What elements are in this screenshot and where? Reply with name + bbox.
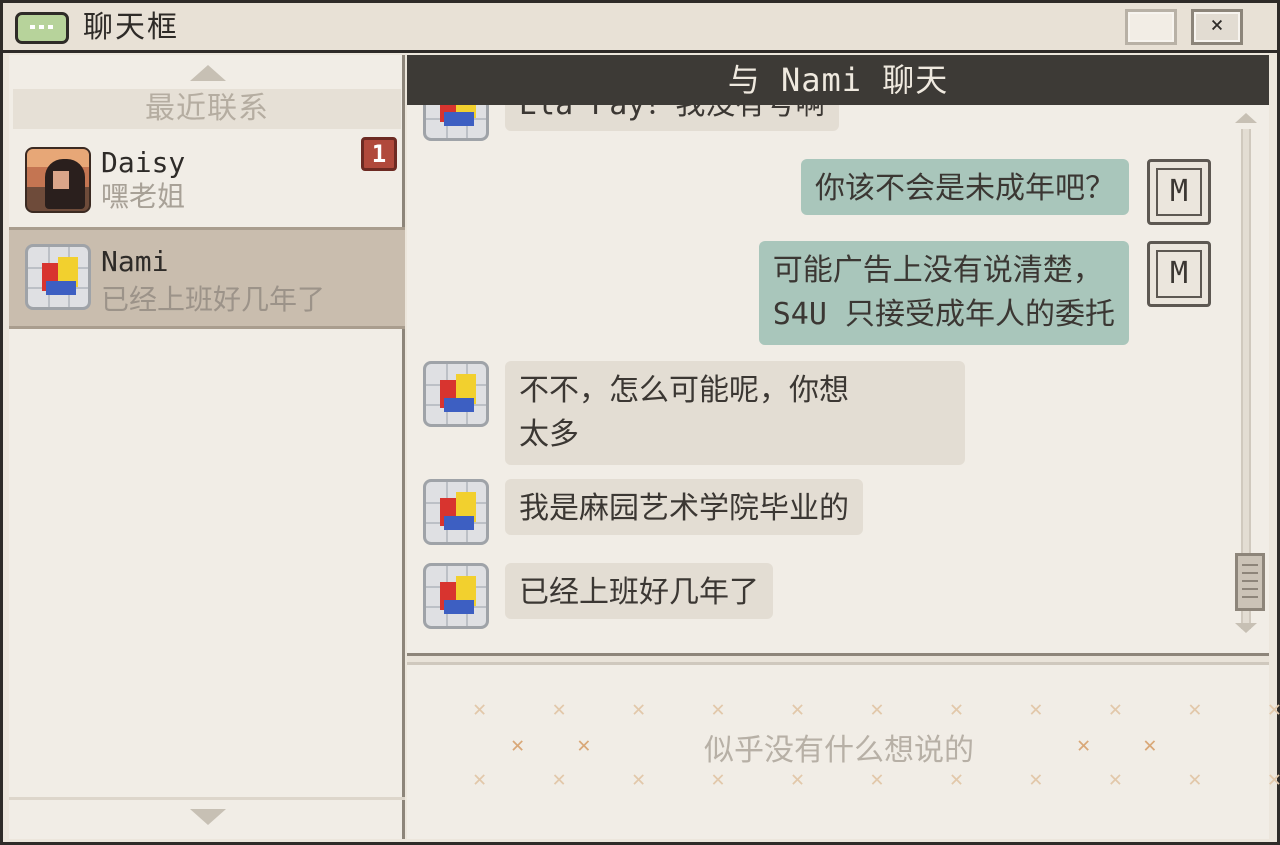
recent-contacts-header: 最近联系 — [13, 89, 401, 129]
chat-bubble-icon — [15, 12, 69, 44]
contact-name: Daisy — [101, 146, 186, 179]
window-title: 聊天框 — [83, 10, 179, 45]
scroll-down-icon[interactable] — [1235, 623, 1257, 633]
decorative-pattern: ✕ ✕ ✕ ✕ ✕ ✕ ✕ ✕ ✕ ✕ ✕ — [473, 697, 1280, 722]
scroll-thumb[interactable] — [1235, 553, 1265, 611]
avatar — [423, 361, 489, 427]
avatar — [25, 147, 91, 213]
contact-item-daisy[interactable]: Daisy 嘿老姐 1 — [9, 137, 405, 235]
avatar — [25, 244, 91, 310]
avatar — [423, 479, 489, 545]
message-bubble-incoming: 我是麻园艺术学院毕业的 — [505, 479, 863, 535]
my-avatar: M — [1147, 241, 1211, 307]
contacts-scroll-down-button[interactable] — [9, 803, 405, 829]
contact-last-message: 嘿老姐 — [101, 180, 186, 213]
decorative-pattern: ✕ ✕ ✕ ✕ ✕ ✕ ✕ ✕ ✕ ✕ ✕ — [473, 767, 1280, 792]
message-list[interactable]: Ela Pay？我没有号啊 你该不会是未成年吧？ M 可能广告上没有说清楚， S… — [407, 105, 1269, 653]
my-avatar: M — [1147, 159, 1211, 225]
message-bubble-incoming: 已经上班好几年了 — [505, 563, 773, 619]
message-bubble-outgoing: 可能广告上没有说清楚， S4U 只接受成年人的委托 — [758, 241, 1129, 345]
arrow-up-icon — [190, 65, 226, 81]
contacts-scroll-up-button[interactable] — [9, 61, 405, 87]
close-button[interactable]: × — [1191, 9, 1243, 45]
message-bubble-outgoing: 你该不会是未成年吧？ — [801, 159, 1129, 215]
contacts-sidebar: 最近联系 Daisy 嘿老姐 1 Nami 已经上班好几年了 — [9, 55, 405, 839]
decorative-pattern: ✕ ✕ — [511, 733, 591, 758]
scroll-up-icon[interactable] — [1235, 113, 1257, 123]
message-bubble-incoming: Ela Pay？我没有号啊 — [505, 105, 840, 131]
decorative-pattern: ✕ ✕ — [1077, 733, 1157, 758]
chat-window: 聊天框 × 最近联系 Daisy 嘿老姐 1 Nami 已经上班好几年了 与 N… — [0, 0, 1280, 845]
divider — [407, 653, 1269, 665]
message-input-area[interactable]: ✕ ✕ ✕ ✕ ✕ ✕ ✕ ✕ ✕ ✕ ✕ ✕ ✕ ✕ ✕ ✕ ✕ ✕ ✕ ✕ … — [407, 665, 1280, 839]
divider — [9, 797, 405, 800]
contact-item-nami[interactable]: Nami 已经上班好几年了 — [9, 227, 405, 329]
unread-badge: 1 — [361, 137, 397, 171]
m-logo-icon: M — [1169, 174, 1189, 209]
input-placeholder: 似乎没有什么想说的 — [669, 731, 1009, 771]
avatar — [423, 563, 489, 629]
chat-title: 与 Nami 聊天 — [407, 55, 1269, 105]
title-bar[interactable]: 聊天框 × — [3, 3, 1277, 53]
maximize-button[interactable] — [1125, 9, 1177, 45]
m-logo-icon: M — [1169, 256, 1189, 291]
avatar — [423, 105, 489, 141]
close-icon: × — [1210, 13, 1224, 38]
chat-scrollbar[interactable] — [1231, 105, 1265, 653]
contact-last-message: 已经上班好几年了 — [101, 283, 326, 316]
contact-name: Nami — [101, 245, 169, 278]
arrow-down-icon — [190, 809, 226, 825]
message-bubble-incoming: 不不，怎么可能呢，你想 太多 — [505, 361, 965, 465]
